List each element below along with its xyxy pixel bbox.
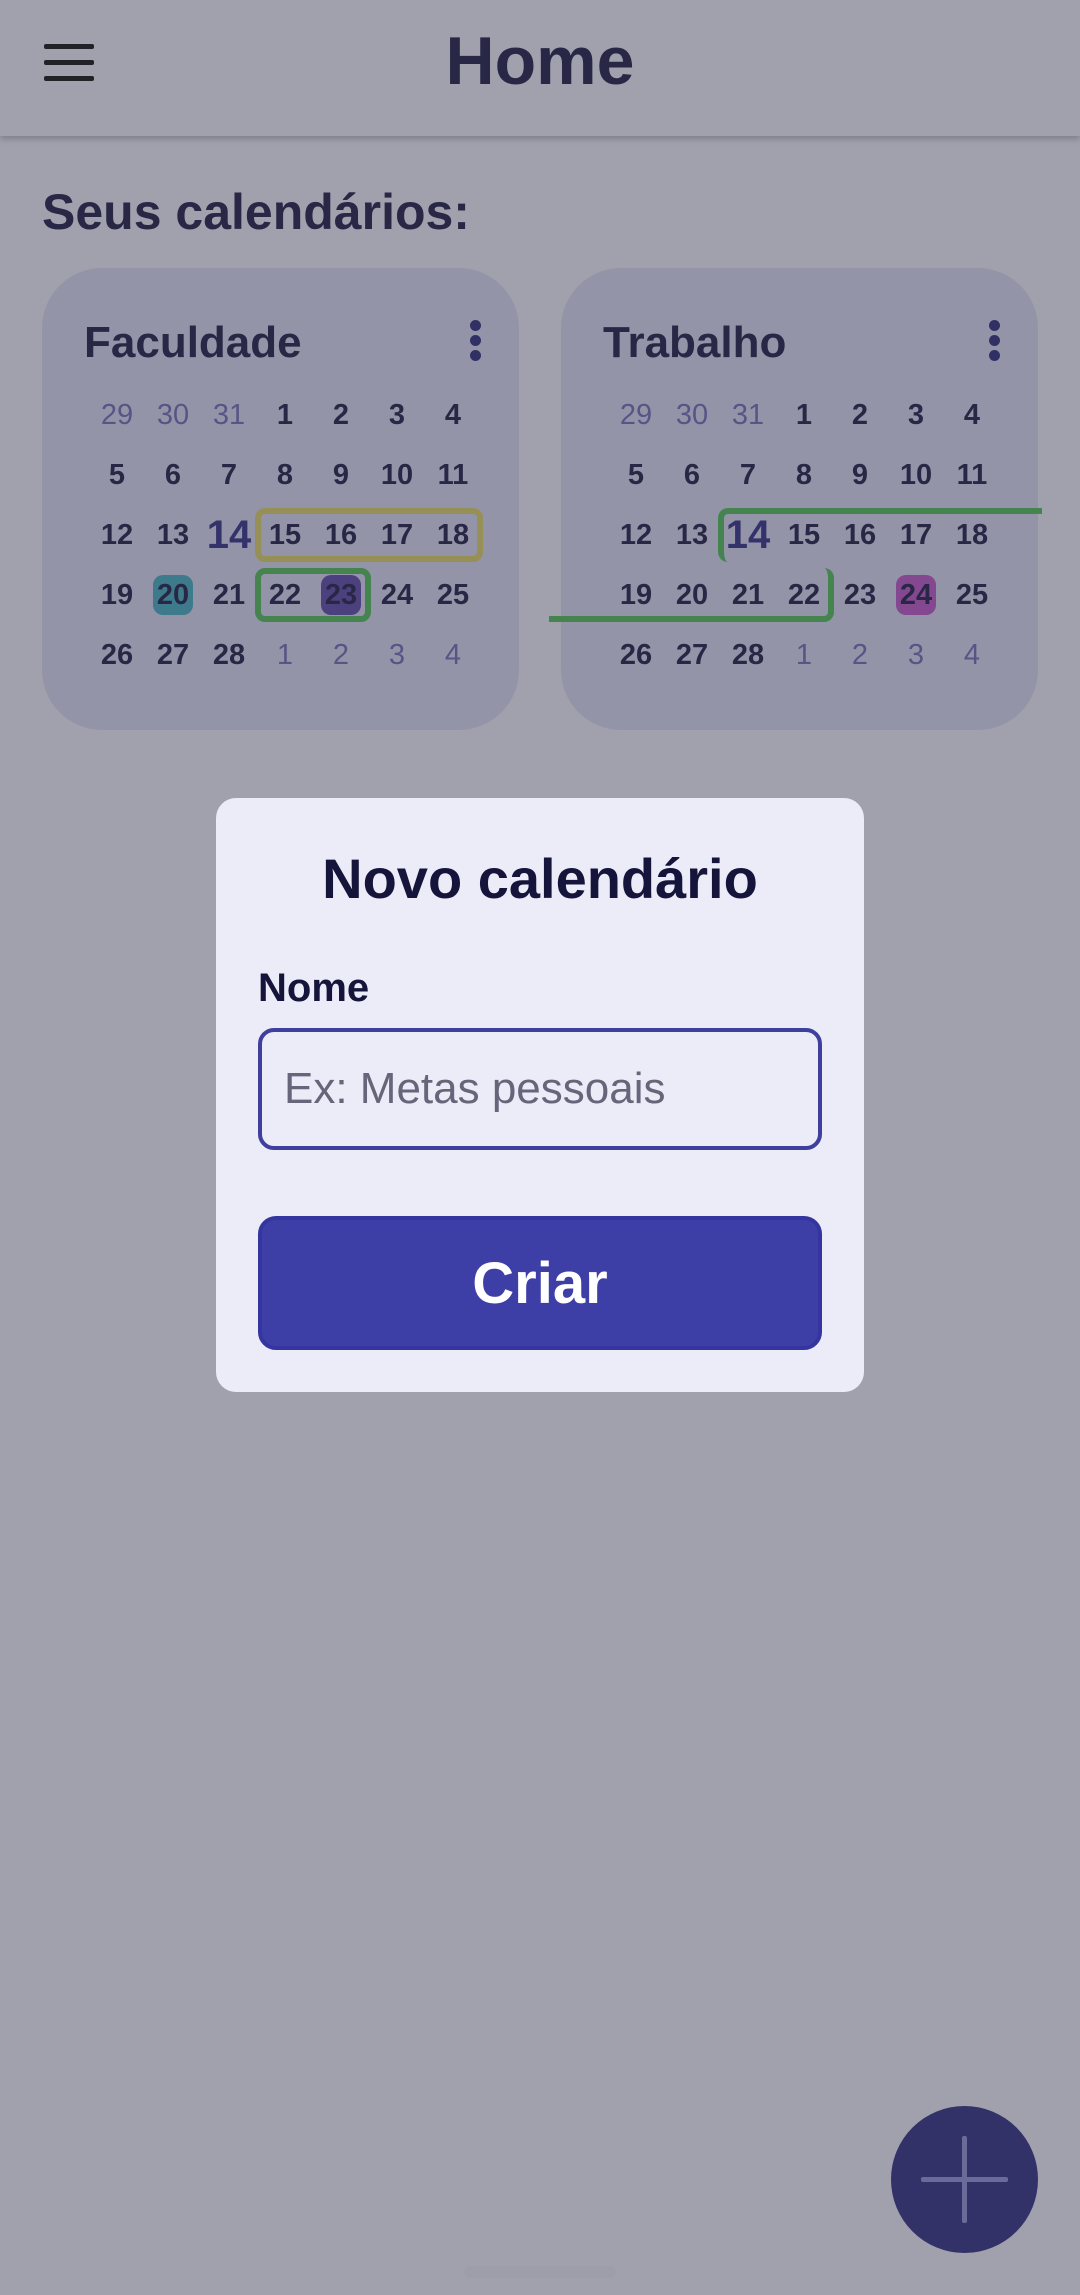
create-button[interactable]: Criar: [258, 1216, 822, 1350]
new-calendar-dialog: Novo calendário Nome Criar: [216, 798, 864, 1392]
calendar-name-input[interactable]: [258, 1028, 822, 1150]
gesture-navigation-bar[interactable]: [464, 2266, 616, 2278]
name-field-label: Nome: [258, 966, 370, 1010]
dialog-title: Novo calendário: [322, 847, 758, 910]
